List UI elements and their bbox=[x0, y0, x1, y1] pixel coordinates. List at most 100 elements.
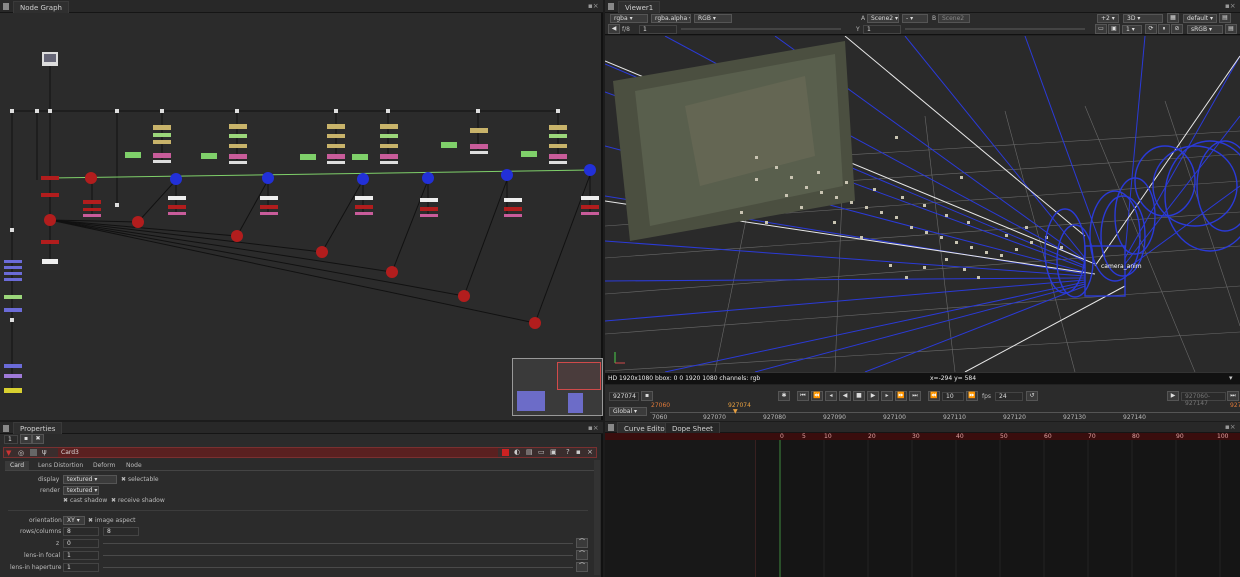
prevent-update-icon[interactable]: ⊘ bbox=[1171, 24, 1183, 34]
roi-icon[interactable]: ▭ bbox=[1095, 24, 1107, 34]
node-header-icon-4[interactable]: ▣ bbox=[550, 448, 557, 456]
function-icon[interactable]: ψ bbox=[42, 448, 47, 456]
close-icon[interactable]: ▪× bbox=[1225, 2, 1237, 11]
image-aspect-checkbox[interactable]: ✖ image aspect bbox=[88, 517, 136, 524]
tab-viewer[interactable]: Viewer1 bbox=[618, 1, 661, 13]
tab-dope-sheet[interactable]: Dope Sheet bbox=[665, 422, 720, 433]
close-node-icon[interactable]: × bbox=[587, 448, 593, 456]
z-field[interactable]: 0 bbox=[63, 539, 99, 548]
node-graph-minimap[interactable] bbox=[512, 358, 603, 416]
input-b-op-select[interactable]: - ▾ bbox=[902, 14, 928, 23]
loop-icon[interactable]: ↺ bbox=[1026, 391, 1038, 401]
float-panel-icon[interactable]: ▪ bbox=[576, 448, 581, 456]
first-frame-icon[interactable]: ⏮ bbox=[797, 391, 809, 401]
lens-haperture-field[interactable]: 1 bbox=[63, 563, 99, 572]
curve-tree-panel[interactable] bbox=[605, 440, 755, 577]
refresh-icon[interactable]: ⟳ bbox=[1145, 24, 1157, 34]
tab-lens-distortion[interactable]: Lens Distortion bbox=[33, 461, 88, 470]
display-select[interactable]: textured ▾ bbox=[63, 475, 117, 484]
grid-icon[interactable]: ▤ bbox=[1219, 13, 1231, 23]
channels-select[interactable]: rgba ▾ bbox=[610, 14, 648, 23]
curve-ruler[interactable]: 0 5 10 20 30 40 50 60 70 80 90 100 bbox=[605, 433, 1240, 440]
panel-menu-icon[interactable] bbox=[3, 3, 9, 10]
render-select[interactable]: textured ▾ bbox=[63, 486, 99, 495]
input-b-select[interactable]: Scene2 bbox=[938, 14, 970, 23]
z-slider[interactable] bbox=[103, 543, 573, 544]
play-forward-icon[interactable]: ▶ bbox=[867, 391, 879, 401]
tab-node[interactable]: Node bbox=[121, 461, 147, 470]
panel-menu-icon[interactable] bbox=[3, 425, 9, 432]
node-color-swatch[interactable] bbox=[502, 449, 509, 456]
color-chip-icon[interactable] bbox=[30, 449, 37, 456]
close-icon[interactable]: ▪× bbox=[588, 424, 600, 433]
lock-properties-icon[interactable]: ▪ bbox=[20, 434, 32, 444]
next-keyframe-icon[interactable]: ⏩ bbox=[895, 391, 907, 401]
step-back-icon[interactable]: ◂ bbox=[825, 391, 837, 401]
current-frame-field[interactable]: 927074 bbox=[609, 392, 639, 401]
viewer-options-icon[interactable]: ▤ bbox=[1225, 24, 1237, 34]
node-header-icon-3[interactable]: ▭ bbox=[538, 448, 545, 456]
fps-field[interactable]: 24 bbox=[995, 392, 1023, 401]
skip-back-icon[interactable]: ⏪ bbox=[928, 391, 940, 401]
gain-slider[interactable] bbox=[681, 28, 841, 30]
pause-icon[interactable]: ⏸ bbox=[1158, 24, 1170, 34]
curve-grid[interactable] bbox=[755, 440, 1240, 577]
cast-shadow-checkbox[interactable]: ✖ cast shadow bbox=[63, 497, 107, 504]
zoom-select[interactable]: +2 ▾ bbox=[1097, 14, 1119, 23]
viewer-toggle-icon[interactable]: ◎ bbox=[18, 449, 24, 457]
timeline-ruler[interactable]: 27060 927074 ▼ 927 7060 927070 927080 92… bbox=[650, 402, 1240, 421]
colorspace-select[interactable]: RGB ▾ bbox=[694, 14, 732, 23]
node-header-icon-2[interactable]: ▤ bbox=[526, 448, 533, 456]
tab-deform[interactable]: Deform bbox=[88, 461, 120, 470]
z-animation-icon[interactable]: ⌒ bbox=[576, 538, 588, 548]
lens-focal-field[interactable]: 1 bbox=[63, 551, 99, 560]
lock-icon[interactable]: ▪ bbox=[641, 391, 653, 401]
step-field[interactable]: 10 bbox=[942, 392, 964, 401]
clip-icon[interactable]: ▣ bbox=[1108, 24, 1120, 34]
panel-menu-icon[interactable] bbox=[608, 3, 614, 10]
node-stacks[interactable] bbox=[125, 124, 567, 164]
receive-shadow-checkbox[interactable]: ✖ receive shadow bbox=[111, 497, 165, 504]
prev-keyframe-icon[interactable]: ⏪ bbox=[811, 391, 823, 401]
close-icon[interactable]: ▪× bbox=[1225, 423, 1237, 432]
viewer-3d-viewport[interactable]: camera_anim bbox=[605, 36, 1240, 372]
left-column-nodes[interactable] bbox=[4, 260, 22, 393]
fstop-toggle-icon[interactable]: ◀ bbox=[608, 24, 620, 34]
range-icon[interactable]: ▶ bbox=[1167, 391, 1179, 401]
last-frame-icon[interactable]: ⏭ bbox=[909, 391, 921, 401]
gamma-slider[interactable] bbox=[905, 28, 1085, 30]
sync-icon[interactable]: ✱ bbox=[778, 391, 790, 401]
gain-field[interactable]: 1 bbox=[639, 25, 677, 34]
collapse-icon[interactable]: ▼ bbox=[6, 449, 11, 457]
lens-haperture-animation-icon[interactable]: ⌒ bbox=[576, 562, 588, 572]
proxy-select[interactable]: 1 ▾ bbox=[1122, 25, 1142, 34]
gamma-field[interactable]: 1 bbox=[863, 25, 901, 34]
step-forward-icon[interactable]: ▸ bbox=[881, 391, 893, 401]
lut-select[interactable]: default ▾ bbox=[1183, 14, 1217, 23]
max-panels-field[interactable]: 1 bbox=[4, 435, 18, 444]
skip-forward-icon[interactable]: ⏩ bbox=[966, 391, 978, 401]
minimap-viewport[interactable] bbox=[557, 362, 601, 390]
input-a-select[interactable]: Scene2 ▾ bbox=[867, 14, 899, 23]
help-icon[interactable]: ? bbox=[566, 448, 570, 456]
end-range-field[interactable]: 927060-927147 bbox=[1181, 392, 1226, 407]
playhead-icon[interactable]: ▼ bbox=[733, 408, 738, 415]
panel-menu-icon[interactable] bbox=[608, 424, 614, 431]
orientation-select[interactable]: XY ▾ bbox=[63, 516, 85, 525]
viewer-status-arrow-icon[interactable]: ▾ bbox=[1229, 374, 1233, 382]
lens-focal-animation-icon[interactable]: ⌒ bbox=[576, 550, 588, 560]
clear-panels-icon[interactable]: ✖ bbox=[32, 434, 44, 444]
alpha-select[interactable]: rgba.alpha ▾ bbox=[651, 14, 691, 23]
range-mode-select[interactable]: Global ▾ bbox=[609, 407, 647, 416]
tab-node-graph[interactable]: Node Graph bbox=[13, 1, 69, 13]
lens-focal-slider[interactable] bbox=[103, 555, 573, 556]
play-backward-icon[interactable]: ◀ bbox=[839, 391, 851, 401]
view-mode-select[interactable]: 3D ▾ bbox=[1123, 14, 1163, 23]
rows-field[interactable]: 8 bbox=[63, 527, 99, 536]
node-name-field[interactable]: Card3 bbox=[58, 448, 498, 457]
stop-icon[interactable]: ■ bbox=[853, 391, 865, 401]
node-header-icon-1[interactable]: ◐ bbox=[514, 448, 520, 456]
selectable-checkbox[interactable]: ✖ selectable bbox=[121, 476, 159, 483]
columns-field[interactable]: 8 bbox=[103, 527, 139, 536]
range-end-icon[interactable]: ⏭ bbox=[1227, 391, 1239, 401]
